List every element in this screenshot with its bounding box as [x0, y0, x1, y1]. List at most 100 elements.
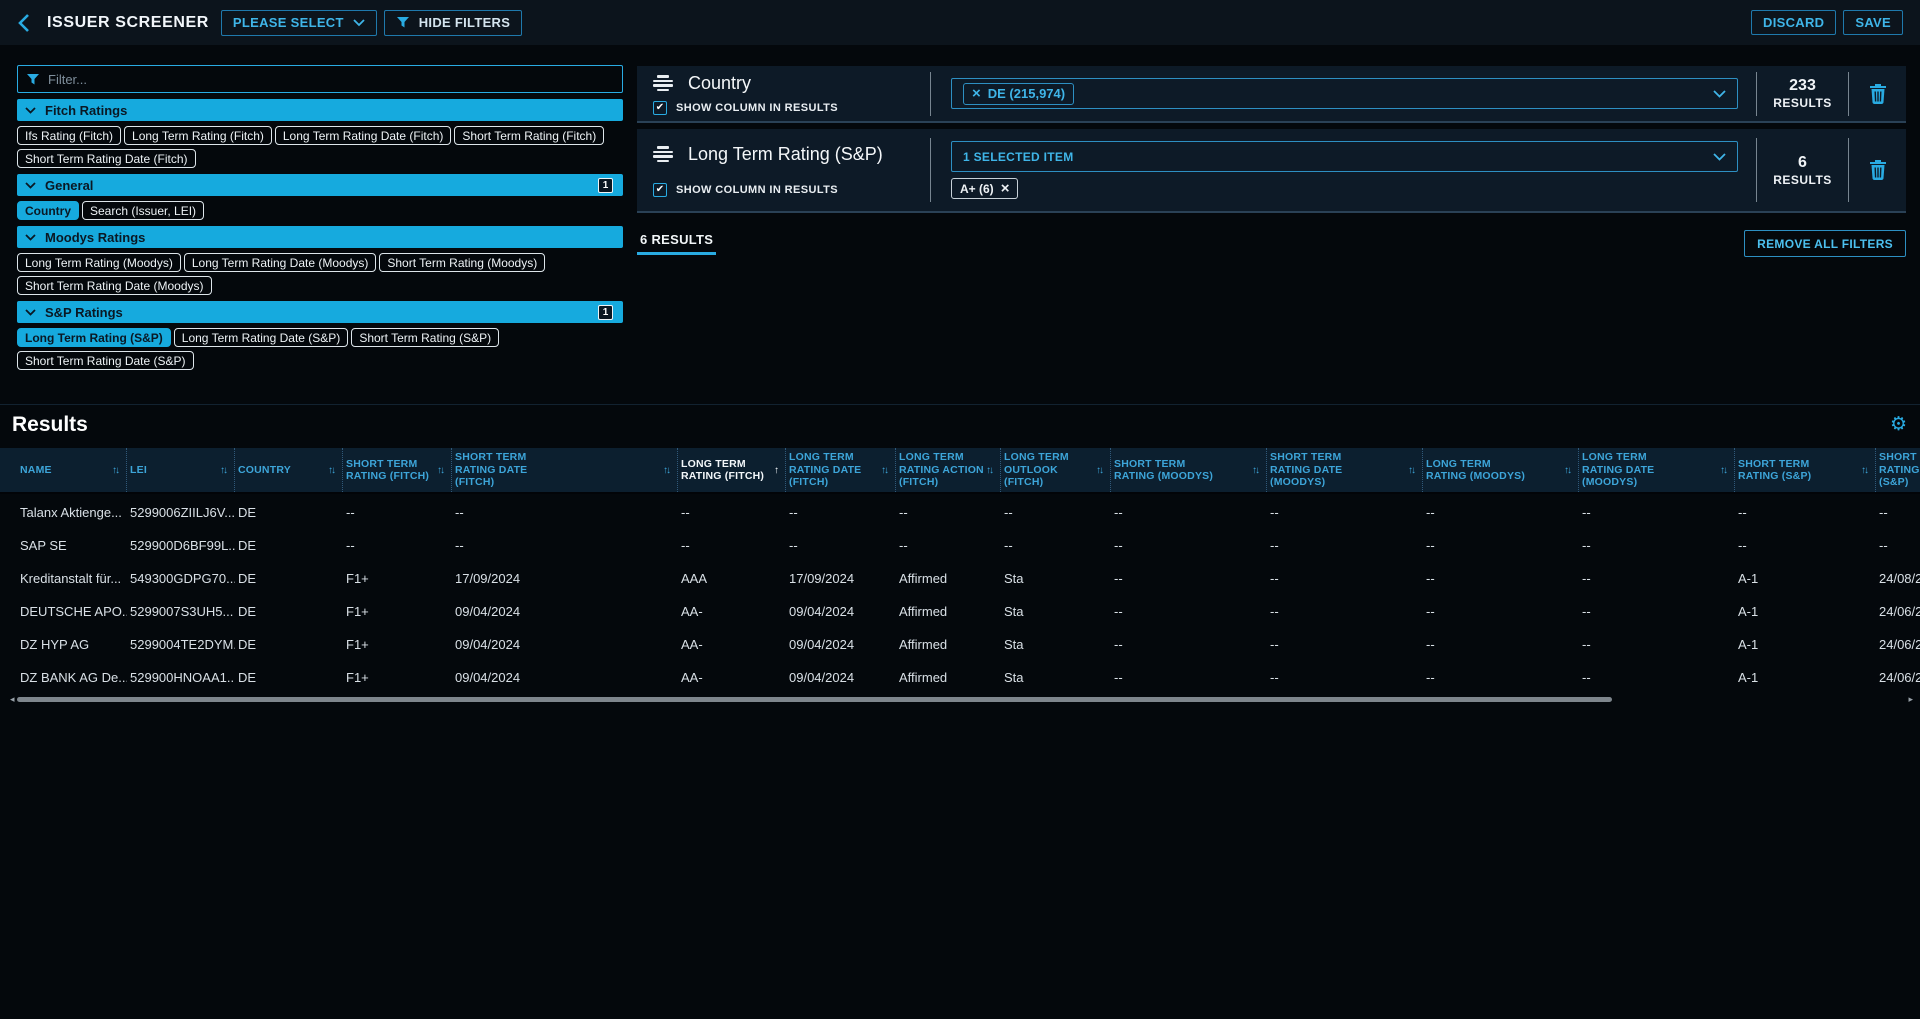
filter-tag[interactable]: Long Term Rating Date (Fitch) [275, 126, 452, 145]
sort-icon[interactable]: ↑↓ [663, 465, 669, 476]
table-row[interactable]: DZ HYP AG 5299004TE2DYM... DE F1+ 09/04/… [0, 628, 1920, 661]
selected-items-row: A+ (6) × [951, 178, 1738, 199]
column-header[interactable]: SHORT TERM RATING DATE (FITCH) ↑↓ [452, 448, 678, 492]
topbar-actions: DISCARD SAVE [1751, 10, 1903, 35]
filter-section-header[interactable]: General 1 [17, 174, 623, 196]
selected-value-chip: A+ (6) × [951, 178, 1018, 199]
scroll-right-icon[interactable]: ▸ [1908, 694, 1913, 705]
country-dropdown[interactable]: × DE (215,974) [951, 78, 1738, 109]
sort-icon[interactable]: ↑↓ [220, 465, 226, 476]
filter-tag[interactable]: Short Term Rating Date (Moodys) [17, 276, 212, 295]
results-count-tab[interactable]: 6 RESULTS [637, 230, 716, 255]
rating-dropdown[interactable]: 1 SELECTED ITEM [951, 141, 1738, 172]
delete-filter-button[interactable] [1849, 66, 1906, 121]
delete-filter-button[interactable] [1849, 129, 1906, 211]
filter-section-header[interactable]: Moodys Ratings [17, 226, 623, 248]
filter-tag[interactable]: Short Term Rating Date (Fitch) [17, 149, 196, 168]
table-cell: DE [235, 505, 343, 520]
column-header[interactable]: LONG TERM RATING DATE (MOODYS) ↑↓ [1579, 448, 1735, 492]
sort-icon[interactable]: ↑↓ [1720, 465, 1726, 476]
table-cell: -- [1423, 571, 1579, 586]
remove-value-icon[interactable]: × [972, 86, 981, 101]
save-button[interactable]: SAVE [1843, 10, 1903, 35]
filter-input[interactable] [48, 72, 614, 87]
filter-tag[interactable]: Country [17, 201, 79, 220]
filter-section-header[interactable]: S&P Ratings 1 [17, 301, 623, 323]
sort-icon[interactable]: ↑↓ [1564, 465, 1570, 476]
sort-icon[interactable]: ↑↓ [1252, 465, 1258, 476]
table-row[interactable]: SAP SE 529900D6BF99L... DE -- -- -- -- -… [0, 529, 1920, 562]
sort-icon[interactable]: ↑↓ [1861, 465, 1867, 476]
filter-tag[interactable]: Short Term Rating (S&P) [351, 328, 499, 347]
column-header[interactable]: SHORT TERM RATING (S&P) ↑↓ [1735, 448, 1876, 492]
column-header[interactable]: NAME ↑↓ [17, 448, 127, 492]
checkbox-checked-icon[interactable]: ✔ [653, 183, 667, 197]
filter-tag[interactable]: Short Term Rating (Fitch) [454, 126, 604, 145]
table-cell: 5299007S3UH5... [127, 604, 235, 619]
column-header[interactable]: LONG TERM RATING ACTION (FITCH) ↑↓ [896, 448, 1001, 492]
back-button[interactable] [17, 9, 47, 37]
column-header[interactable]: LONG TERM RATING (MOODYS) ↑↓ [1423, 448, 1579, 492]
sort-icon[interactable]: ↑↓ [1096, 465, 1102, 476]
settings-gear-icon[interactable]: ⚙ [1890, 415, 1907, 434]
table-cell: -- [896, 505, 1001, 520]
column-header[interactable]: LEI ↑↓ [127, 448, 235, 492]
column-header-label: LONG TERM RATING (FITCH) [681, 458, 772, 483]
table-cell: -- [1579, 538, 1735, 553]
filter-tag[interactable]: Short Term Rating (Moodys) [379, 253, 545, 272]
column-header[interactable]: LONG TERM RATING DATE (FITCH) ↑↓ [786, 448, 896, 492]
table-row[interactable]: DZ BANK AG De... 529900HNOAA1... DE F1+ … [0, 661, 1920, 694]
filter-title: Long Term Rating (S&P) [688, 144, 883, 165]
chevron-down-icon [25, 182, 36, 189]
sort-icon[interactable]: ↑↓ [112, 465, 118, 476]
filter-tag[interactable]: Long Term Rating Date (S&P) [174, 328, 349, 347]
remove-value-icon[interactable]: × [1001, 181, 1010, 196]
column-header[interactable]: COUNTRY ↑↓ [235, 448, 343, 492]
filter-tag[interactable]: Search (Issuer, LEI) [82, 201, 204, 220]
sort-icon[interactable]: ↑↓ [1408, 465, 1414, 476]
table-cell: -- [1111, 637, 1267, 652]
sort-icon[interactable]: ↑ [774, 465, 777, 476]
table-cell: DZ HYP AG [17, 637, 127, 652]
scroll-left-icon[interactable]: ◂ [10, 694, 15, 705]
filter-tag[interactable]: Ifs Rating (Fitch) [17, 126, 121, 145]
filter-tag[interactable]: Long Term Rating (S&P) [17, 328, 171, 347]
page-title: ISSUER SCREENER [47, 14, 209, 32]
discard-button[interactable]: DISCARD [1751, 10, 1836, 35]
hide-filters-button[interactable]: HIDE FILTERS [384, 10, 522, 36]
table-row[interactable]: DEUTSCHE APO... 5299007S3UH5... DE F1+ 0… [0, 595, 1920, 628]
checkbox-checked-icon[interactable]: ✔ [653, 101, 667, 115]
table-cell: 17/09/2024 [786, 571, 896, 586]
filter-tag[interactable]: Short Term Rating Date (S&P) [17, 351, 194, 370]
remove-all-filters-button[interactable]: REMOVE ALL FILTERS [1744, 230, 1906, 257]
column-header[interactable]: LONG TERM OUTLOOK (FITCH) ↑↓ [1001, 448, 1111, 492]
filter-title: Country [688, 73, 751, 94]
column-header-label: SHORT TERM RATING (FITCH) [346, 458, 435, 483]
sort-icon[interactable]: ↑↓ [986, 465, 992, 476]
table-row[interactable]: Kreditanstalt für... 549300GDPG70... DE … [0, 562, 1920, 595]
sort-icon[interactable]: ↑↓ [881, 465, 887, 476]
show-column-toggle[interactable]: ✔ SHOW COLUMN IN RESULTS [653, 183, 930, 197]
section-label: Moodys Ratings [45, 230, 145, 245]
chevron-down-icon [1713, 153, 1726, 161]
table-cell: -- [1267, 637, 1423, 652]
sort-icon[interactable]: ↑↓ [328, 465, 334, 476]
table-cell: -- [452, 505, 678, 520]
filter-section-header[interactable]: Fitch Ratings [17, 99, 623, 121]
preset-select-dropdown[interactable]: PLEASE SELECT [221, 10, 377, 36]
column-header[interactable]: LONG TERM RATING (FITCH) ↑ [678, 448, 786, 492]
results-count-value: 233 [1789, 77, 1816, 95]
scrollbar-thumb[interactable] [17, 697, 1612, 702]
column-header[interactable]: SHORT TERM RATING (MOODYS) ↑↓ [1111, 448, 1267, 492]
table-cell: -- [343, 505, 452, 520]
column-header[interactable]: SHORT TERM RATING (FITCH) ↑↓ [343, 448, 452, 492]
table-cell: F1+ [343, 604, 452, 619]
column-header[interactable]: SHORT TERM RATING DATE (S&P) ↑↓ [1876, 448, 1920, 492]
column-header[interactable]: SHORT TERM RATING DATE (MOODYS) ↑↓ [1267, 448, 1423, 492]
filter-tag[interactable]: Long Term Rating (Moodys) [17, 253, 181, 272]
filter-tag[interactable]: Long Term Rating (Fitch) [124, 126, 272, 145]
sort-icon[interactable]: ↑↓ [437, 465, 443, 476]
filter-tag[interactable]: Long Term Rating Date (Moodys) [184, 253, 377, 272]
show-column-toggle[interactable]: ✔ SHOW COLUMN IN RESULTS [653, 101, 930, 115]
table-row[interactable]: Talanx Aktienge... 5299006ZIILJ6V... DE … [0, 496, 1920, 529]
